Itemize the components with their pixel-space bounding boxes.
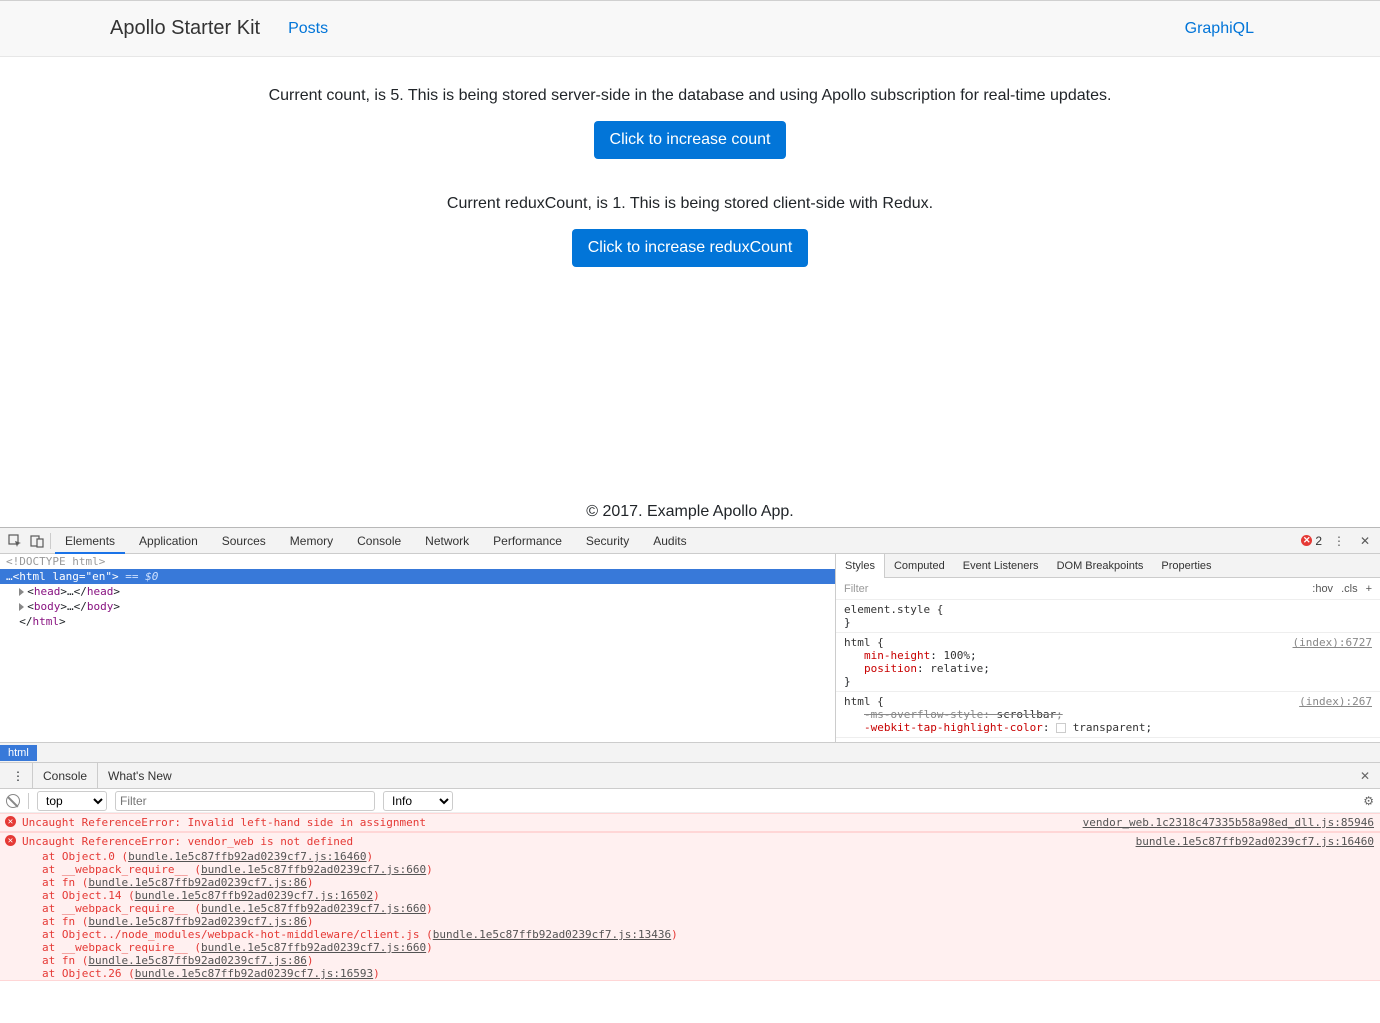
rule-html-2[interactable]: (index):267 html { -ms-overflow-style: s… <box>836 692 1380 738</box>
server-count-text: Current count, is 5. This is being store… <box>0 87 1380 105</box>
stack-frame[interactable]: at fn (bundle.1e5c87ffb92ad0239cf7.js:86… <box>0 954 1380 967</box>
console-settings-icon[interactable]: ⚙ <box>1363 794 1374 808</box>
error-icon: ✕ <box>5 835 16 846</box>
separator <box>28 793 29 809</box>
tab-memory[interactable]: Memory <box>280 528 343 554</box>
styles-pane: Styles Computed Event Listeners DOM Brea… <box>835 554 1380 742</box>
device-toolbar-icon[interactable] <box>28 532 46 550</box>
elements-breadcrumb[interactable]: html <box>0 742 1380 762</box>
rule-element-style[interactable]: element.style { } <box>836 600 1380 633</box>
console-error-line[interactable]: ✕ Uncaught ReferenceError: Invalid left-… <box>0 814 1380 831</box>
context-selector[interactable]: top <box>37 791 107 811</box>
stack-source-link[interactable]: bundle.1e5c87ffb92ad0239cf7.js:13436 <box>433 928 671 941</box>
html-close-line[interactable]: </html> <box>0 614 835 629</box>
error-count: 2 <box>1315 534 1322 548</box>
crumb-html[interactable]: html <box>0 745 37 761</box>
cls-toggle[interactable]: .cls <box>1341 583 1358 595</box>
html-element-line[interactable]: …<html lang="en"> == $0 <box>0 569 835 584</box>
rule-html-1[interactable]: (index):6727 html { min-height: 100%; po… <box>836 633 1380 692</box>
console-toolbar: top Info ⚙ <box>0 789 1380 813</box>
close-devtools-icon[interactable]: ✕ <box>1356 532 1374 550</box>
styles-filter-bar: Filter :hov .cls + <box>836 578 1380 600</box>
stack-source-link[interactable]: bundle.1e5c87ffb92ad0239cf7.js:86 <box>88 915 307 928</box>
error-source-link[interactable]: vendor_web.1c2318c47335b58a98ed_dll.js:8… <box>1083 816 1374 829</box>
stack-frame[interactable]: at Object.26 (bundle.1e5c87ffb92ad0239cf… <box>0 967 1380 980</box>
tab-elements[interactable]: Elements <box>55 528 125 554</box>
styles-tab-properties[interactable]: Properties <box>1152 554 1220 578</box>
stack-source-link[interactable]: bundle.1e5c87ffb92ad0239cf7.js:86 <box>88 876 307 889</box>
body-element-line[interactable]: <body>…</body> <box>0 599 835 614</box>
inspect-element-icon[interactable] <box>6 532 24 550</box>
error-icon: ✕ <box>1301 535 1312 546</box>
console-error-line[interactable]: ✕ Uncaught ReferenceError: vendor_web is… <box>0 833 1380 850</box>
error-count-badge[interactable]: ✕ 2 <box>1301 534 1322 548</box>
color-swatch-icon[interactable] <box>1056 723 1066 733</box>
tab-audits[interactable]: Audits <box>643 528 696 554</box>
styles-filter-input[interactable]: Filter <box>844 583 868 595</box>
elements-tree[interactable]: <!DOCTYPE html> …<html lang="en"> == $0 … <box>0 554 835 742</box>
stack-frame[interactable]: at Object../node_modules/webpack-hot-mid… <box>0 928 1380 941</box>
navbar: Apollo Starter Kit Posts GraphiQL <box>0 1 1380 57</box>
error-icon: ✕ <box>5 816 16 827</box>
drawer-tab-whatsnew[interactable]: What's New <box>98 763 182 789</box>
devtools-tab-bar: Elements Application Sources Memory Cons… <box>0 528 1380 554</box>
tab-console[interactable]: Console <box>347 528 411 554</box>
tab-performance[interactable]: Performance <box>483 528 572 554</box>
log-level-selector[interactable]: Info <box>383 791 453 811</box>
increase-redux-button[interactable]: Click to increase reduxCount <box>572 229 809 267</box>
nav-link-posts[interactable]: Posts <box>288 20 328 38</box>
tab-sources[interactable]: Sources <box>212 528 276 554</box>
stack-source-link[interactable]: bundle.1e5c87ffb92ad0239cf7.js:86 <box>88 954 307 967</box>
tab-application[interactable]: Application <box>129 528 208 554</box>
stack-source-link[interactable]: bundle.1e5c87ffb92ad0239cf7.js:660 <box>201 902 426 915</box>
tab-network[interactable]: Network <box>415 528 479 554</box>
console-drawer: ⋮ Console What's New ✕ top Info ⚙ ✕ Unca… <box>0 762 1380 1023</box>
rule-source-link[interactable]: (index):6727 <box>1293 636 1372 649</box>
head-element-line[interactable]: <head>…</head> <box>0 584 835 599</box>
drawer-menu-icon[interactable]: ⋮ <box>4 769 32 783</box>
stack-frame[interactable]: at Object.14 (bundle.1e5c87ffb92ad0239cf… <box>0 889 1380 902</box>
styles-tab-dombreakpoints[interactable]: DOM Breakpoints <box>1048 554 1153 578</box>
stack-frame[interactable]: at __webpack_require__ (bundle.1e5c87ffb… <box>0 941 1380 954</box>
devtools-main: <!DOCTYPE html> …<html lang="en"> == $0 … <box>0 554 1380 742</box>
styles-tab-styles[interactable]: Styles <box>836 554 885 578</box>
app-viewport: Apollo Starter Kit Posts GraphiQL Curren… <box>0 0 1380 527</box>
stack-source-link[interactable]: bundle.1e5c87ffb92ad0239cf7.js:16502 <box>135 889 373 902</box>
increase-count-button[interactable]: Click to increase count <box>594 121 787 159</box>
styles-tabs: Styles Computed Event Listeners DOM Brea… <box>836 554 1380 578</box>
drawer-close-icon[interactable]: ✕ <box>1350 769 1380 783</box>
doctype-line[interactable]: <!DOCTYPE html> <box>0 554 835 569</box>
stack-source-link[interactable]: bundle.1e5c87ffb92ad0239cf7.js:660 <box>201 863 426 876</box>
devtools: Elements Application Sources Memory Cons… <box>0 527 1380 1023</box>
clear-console-icon[interactable] <box>6 794 20 808</box>
nav-link-graphiql[interactable]: GraphiQL <box>1185 20 1254 38</box>
nav-brand[interactable]: Apollo Starter Kit <box>110 17 260 40</box>
error-source-link[interactable]: bundle.1e5c87ffb92ad0239cf7.js:16460 <box>1136 835 1374 848</box>
stack-frame[interactable]: at __webpack_require__ (bundle.1e5c87ffb… <box>0 863 1380 876</box>
styles-tab-computed[interactable]: Computed <box>885 554 954 578</box>
hov-toggle[interactable]: :hov <box>1312 583 1333 595</box>
styles-rules[interactable]: element.style { } (index):6727 html { mi… <box>836 600 1380 742</box>
console-filter-input[interactable] <box>115 791 375 811</box>
stack-frame[interactable]: at fn (bundle.1e5c87ffb92ad0239cf7.js:86… <box>0 876 1380 889</box>
footer-text: © 2017. Example Apollo App. <box>0 503 1380 527</box>
main-content: Current count, is 5. This is being store… <box>0 57 1380 503</box>
stack-source-link[interactable]: bundle.1e5c87ffb92ad0239cf7.js:16460 <box>128 850 366 863</box>
console-output[interactable]: ✕ Uncaught ReferenceError: Invalid left-… <box>0 813 1380 1023</box>
stack-source-link[interactable]: bundle.1e5c87ffb92ad0239cf7.js:660 <box>201 941 426 954</box>
tab-security[interactable]: Security <box>576 528 639 554</box>
add-rule-icon[interactable]: + <box>1366 583 1372 595</box>
stack-frame[interactable]: at Object.0 (bundle.1e5c87ffb92ad0239cf7… <box>0 850 1380 863</box>
separator <box>50 533 51 549</box>
kebab-menu-icon[interactable]: ⋮ <box>1330 532 1348 550</box>
stack-frame[interactable]: at fn (bundle.1e5c87ffb92ad0239cf7.js:86… <box>0 915 1380 928</box>
stack-frame[interactable]: at __webpack_require__ (bundle.1e5c87ffb… <box>0 902 1380 915</box>
rule-source-link[interactable]: (index):267 <box>1299 695 1372 708</box>
redux-count-text: Current reduxCount, is 1. This is being … <box>0 195 1380 213</box>
drawer-tabs: ⋮ Console What's New ✕ <box>0 763 1380 789</box>
drawer-tab-console[interactable]: Console <box>32 763 98 789</box>
styles-tab-eventlisteners[interactable]: Event Listeners <box>954 554 1048 578</box>
stack-source-link[interactable]: bundle.1e5c87ffb92ad0239cf7.js:16593 <box>135 967 373 980</box>
